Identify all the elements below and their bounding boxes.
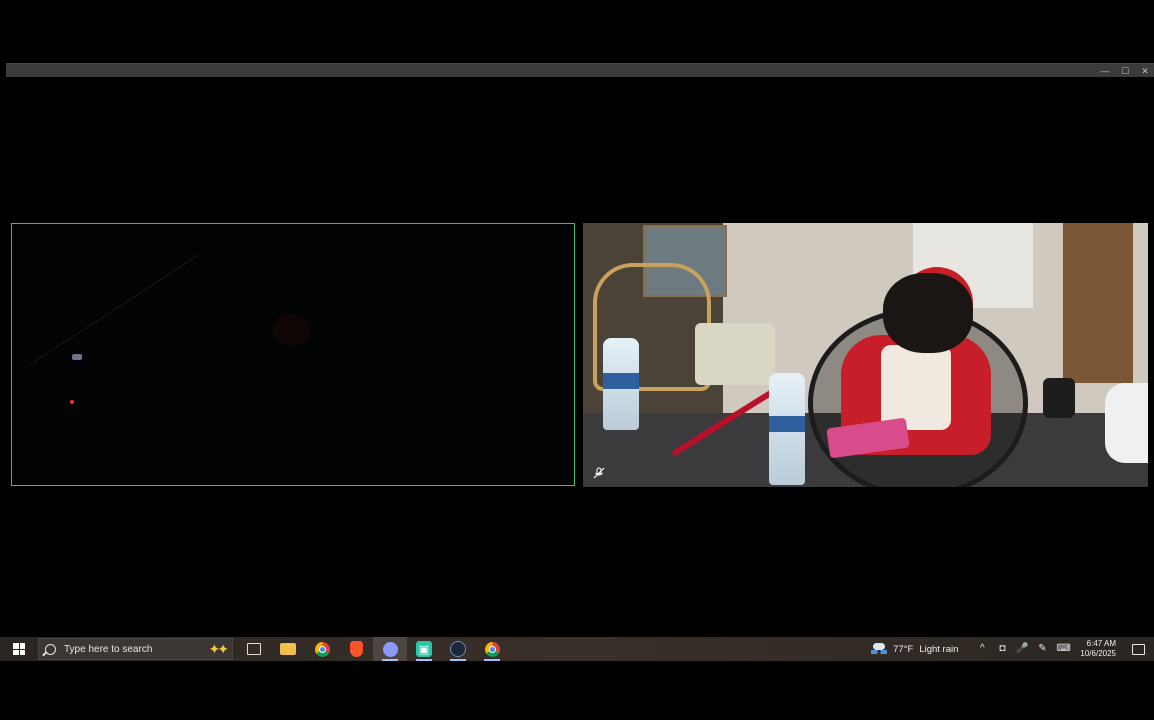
discord-button[interactable] — [373, 637, 407, 661]
maximize-button[interactable]: ☐ — [1120, 66, 1130, 76]
chrome-button[interactable] — [305, 637, 339, 661]
file-explorer-button[interactable] — [271, 637, 305, 661]
windows-icon — [13, 643, 25, 655]
clock-time: 6:47 AM — [1086, 639, 1116, 648]
scene-water-bottle — [769, 373, 805, 485]
taskbar-search[interactable]: Type here to search ✦✦ — [38, 638, 233, 660]
video-tile-left[interactable] — [11, 223, 575, 486]
app-button[interactable]: ▣ — [407, 637, 441, 661]
chrome-profile-icon — [484, 641, 500, 657]
minimize-button[interactable]: — — [1100, 66, 1110, 76]
scene-bag — [695, 323, 775, 385]
clock-date: 10/6/2025 — [1080, 649, 1116, 658]
mic-off-icon — [592, 467, 606, 481]
task-view-button[interactable] — [237, 637, 271, 661]
weather-condition: Light rain — [919, 643, 959, 655]
steam-button[interactable] — [441, 637, 475, 661]
chrome-icon — [314, 641, 330, 657]
notification-icon — [1131, 643, 1145, 655]
scene-person-hair — [883, 273, 973, 353]
search-placeholder: Type here to search — [64, 643, 153, 655]
keyboard-icon[interactable]: ⌨ — [1056, 643, 1070, 655]
start-button[interactable] — [0, 637, 38, 661]
brave-button[interactable] — [339, 637, 373, 661]
discord-icon — [382, 641, 398, 657]
scene-cardboard — [1063, 223, 1133, 383]
scene-speaker — [1043, 378, 1075, 418]
notification-button[interactable] — [1130, 637, 1146, 661]
system-tray: 77°F Light rain ^ ◘ 🎤 ✎ ⌨ 6:47 AM 10/6/2… — [871, 637, 1154, 661]
clock[interactable]: 6:47 AM 10/6/2025 — [1080, 639, 1116, 659]
window-controls: — ☐ ✕ — [1100, 64, 1150, 77]
brave-icon — [349, 641, 363, 657]
steam-icon — [450, 641, 466, 657]
window-title-bar[interactable]: — ☐ ✕ — [6, 63, 1154, 77]
weather-widget[interactable]: 77°F Light rain — [871, 643, 958, 655]
red-led — [70, 400, 74, 404]
sparkle-icon: ✦✦ — [208, 640, 230, 657]
rain-cloud-icon — [871, 643, 888, 655]
close-button[interactable]: ✕ — [1140, 66, 1150, 76]
microphone-icon[interactable]: 🎤 — [1016, 643, 1028, 655]
taskbar: Type here to search ✦✦ ▣ 77°F Light rain… — [0, 637, 1154, 661]
scene-person-shirt — [881, 345, 951, 430]
task-view-icon — [247, 643, 261, 655]
dark-scene-line — [29, 255, 199, 365]
search-icon — [45, 643, 56, 655]
chevron-up-icon[interactable]: ^ — [976, 643, 988, 655]
camera-icon[interactable]: ◘ — [996, 643, 1008, 655]
scene-water-bottle — [603, 338, 639, 430]
screen-glow — [72, 354, 82, 360]
video-tile-right[interactable] — [583, 223, 1148, 487]
weather-temp: 77°F — [893, 643, 914, 655]
app-icon: ▣ — [416, 641, 432, 657]
chrome-profile-button[interactable] — [475, 637, 509, 661]
dark-figure — [272, 314, 310, 346]
scene-cloth — [1105, 383, 1148, 463]
wrench-icon[interactable]: ✎ — [1036, 643, 1048, 655]
file-explorer-icon — [280, 643, 296, 655]
